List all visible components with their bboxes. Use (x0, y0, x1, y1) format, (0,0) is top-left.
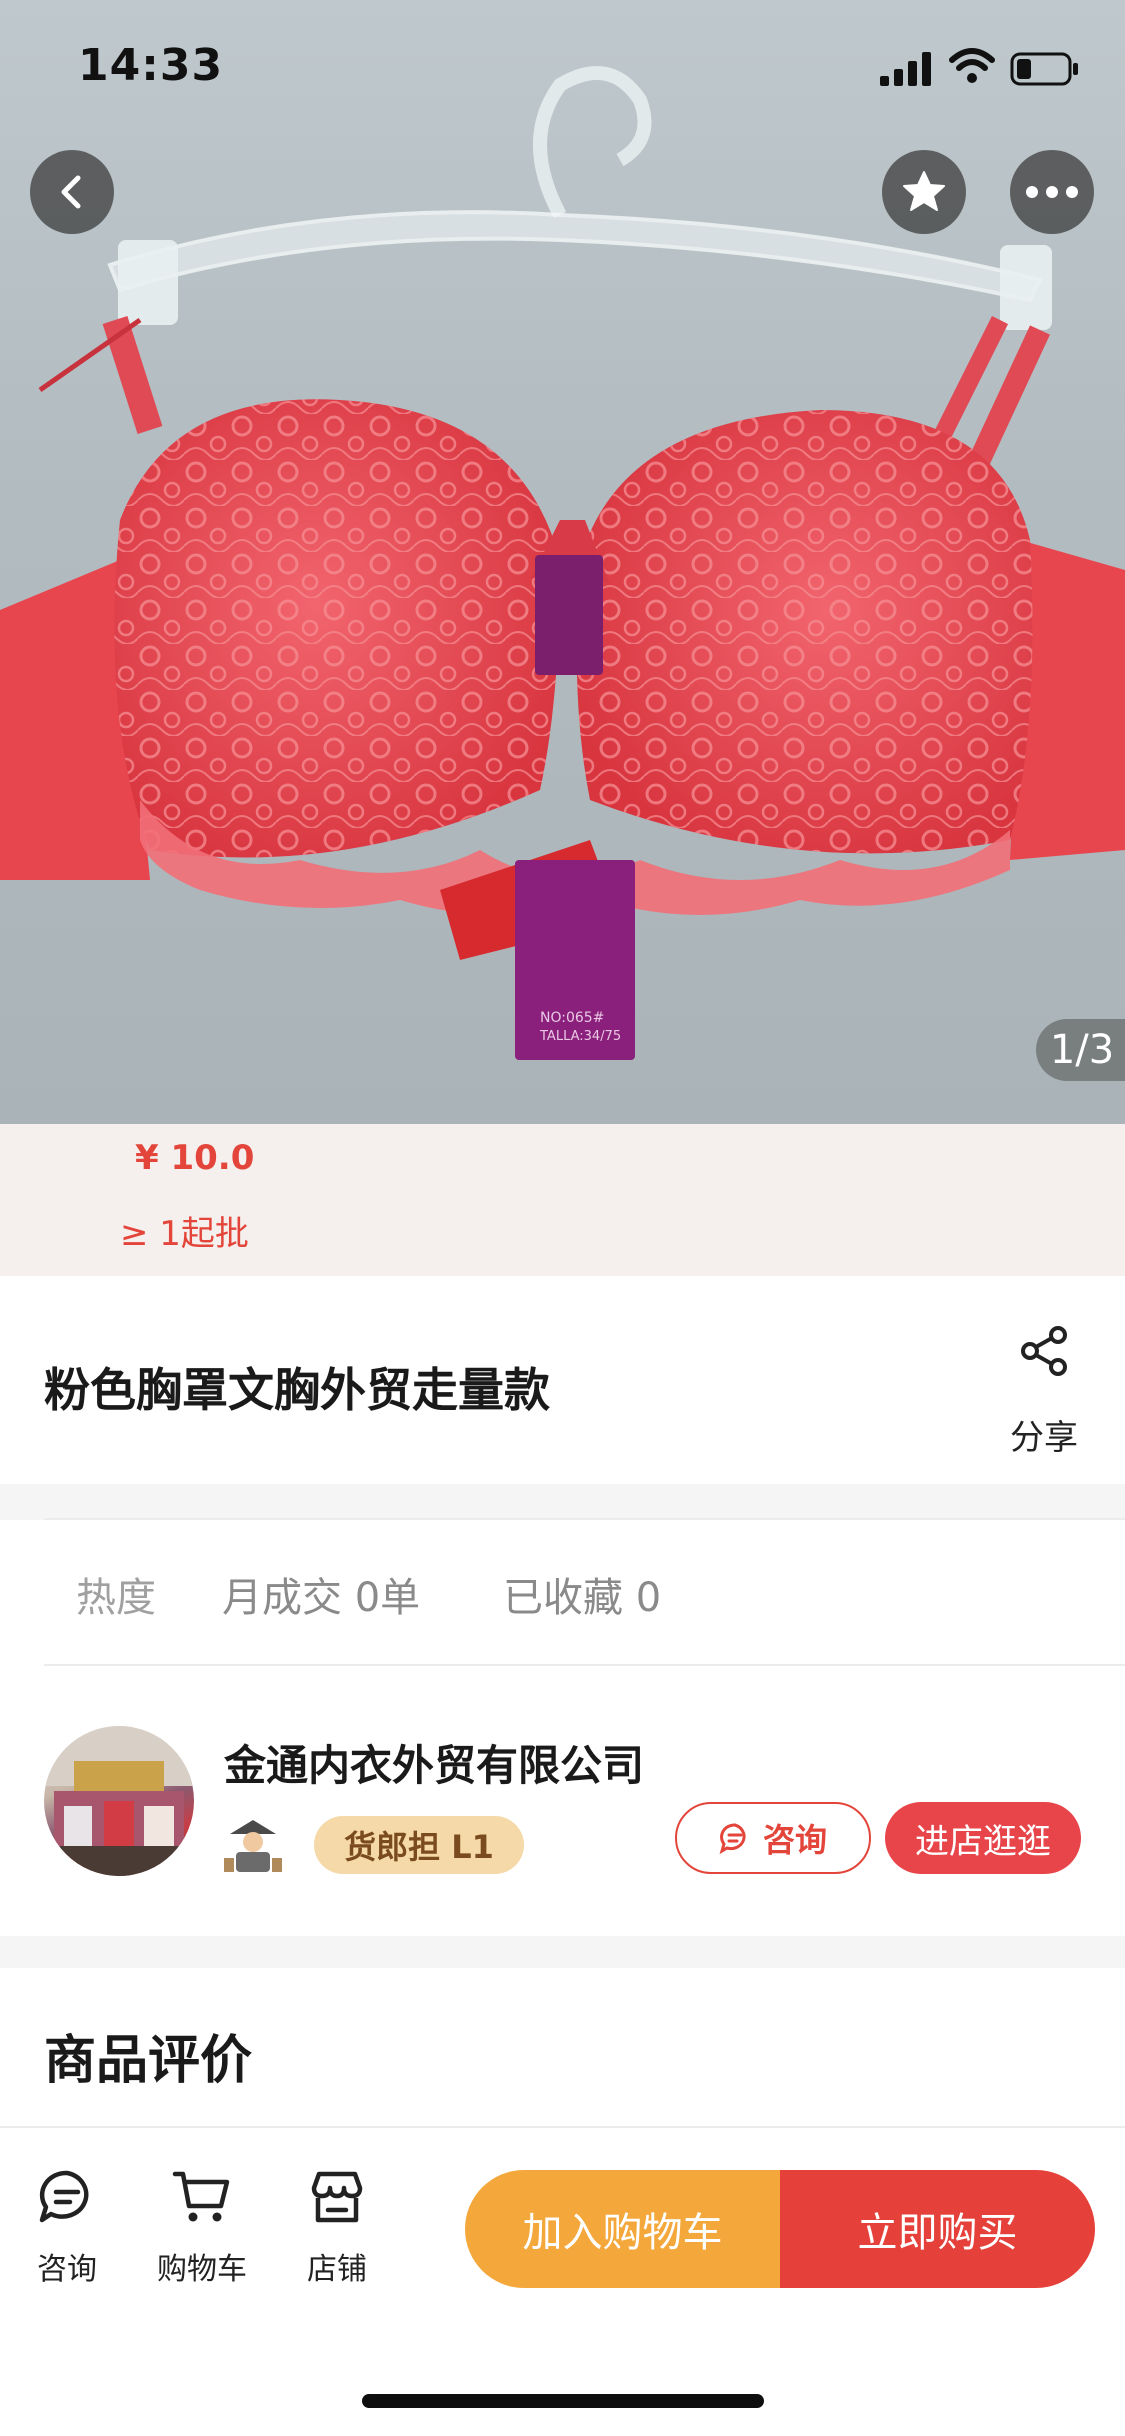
favorites-count: 已收藏 0 (503, 1575, 662, 1621)
store-avatar[interactable] (44, 1726, 194, 1876)
tab-cart-label: 购物车 (157, 2252, 247, 2287)
vendor-level-icon (224, 1820, 282, 1872)
store-name[interactable]: 金通内衣外贸有限公司 (224, 1732, 644, 1793)
reviews-heading: 商品评价 (44, 2031, 253, 2091)
enter-store-button[interactable]: 进店逛逛 (885, 1802, 1081, 1874)
product-title: 粉色胸罩文胸外贸走量款 (44, 1363, 550, 1417)
buy-now-button[interactable]: 立即购买 (780, 2170, 1095, 2288)
star-icon (903, 171, 945, 211)
tab-store[interactable]: 店铺 (282, 2166, 392, 2288)
store-consult-button[interactable]: 咨询 (675, 1802, 871, 1874)
svg-text:NO:065#: NO:065# (540, 1010, 604, 1026)
heat-label: 热度 (76, 1575, 156, 1621)
store-level-badge: 货郎担 L1 (314, 1816, 524, 1874)
back-button[interactable] (30, 150, 114, 234)
home-indicator (362, 2394, 764, 2408)
share-button[interactable]: 分享 (1010, 1410, 1078, 1459)
add-to-cart-button[interactable]: 加入购物车 (465, 2170, 780, 2288)
tab-store-label: 店铺 (307, 2252, 367, 2287)
battery-icon (1010, 52, 1078, 86)
price: ¥ 10.0 (135, 1138, 255, 1178)
chat-icon (719, 1823, 746, 1854)
tab-consult[interactable]: 咨询 (12, 2166, 122, 2288)
chat-icon (39, 2170, 89, 2223)
min-order: ≥ 1起批 (120, 1214, 249, 1254)
more-button[interactable] (1010, 150, 1094, 234)
product-detail-page: NO:065# TALLA:34/75 14:33 1/3 ¥ 10.0 ≥ 1… (0, 0, 1125, 2436)
more-dots-icon (1026, 186, 1078, 198)
svg-text:TALLA:34/75: TALLA:34/75 (539, 1029, 621, 1044)
store-consult-label: 咨询 (762, 1821, 827, 1859)
tab-cart[interactable]: 购物车 (147, 2166, 257, 2288)
favorite-button[interactable] (882, 150, 966, 234)
tab-consult-label: 咨询 (37, 2252, 97, 2287)
monthly-sales: 月成交 0单 (222, 1575, 421, 1621)
store-photo (44, 1726, 194, 1876)
section-divider (0, 1936, 1125, 1968)
divider (44, 1664, 1125, 1666)
product-image-gallery[interactable]: NO:065# TALLA:34/75 14:33 1/3 (0, 0, 1125, 1124)
wifi-icon (949, 48, 995, 83)
section-divider (0, 1484, 1125, 1520)
status-bar: 14:33 (0, 0, 1125, 140)
status-time: 14:33 (78, 40, 224, 91)
image-counter: 1/3 (1036, 1019, 1125, 1081)
signal-icon (880, 52, 931, 86)
chevron-left-icon (61, 175, 81, 209)
cart-icon (172, 2171, 230, 2222)
share-icon[interactable] (1020, 1325, 1070, 1377)
store-icon (311, 2171, 363, 2223)
